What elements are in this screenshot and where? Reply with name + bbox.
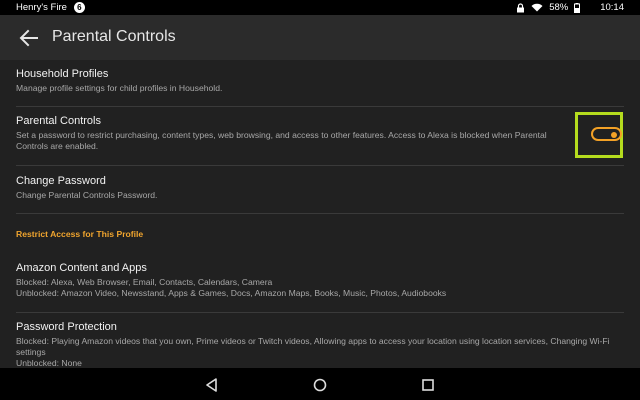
notification-badge: 6 (73, 2, 85, 13)
amazon-content-unblocked: Unblocked: Amazon Video, Newsstand, Apps… (16, 288, 447, 298)
app-bar: Parental Controls (0, 15, 640, 60)
status-left: Henry's Fire 6 (16, 0, 85, 15)
parental-controls-summary: Set a password to restrict purchasing, c… (16, 130, 547, 151)
amazon-content-title: Amazon Content and Apps (16, 262, 147, 274)
user-name: Henry's Fire (16, 2, 67, 13)
change-password-item[interactable]: Change Password Change Parental Controls… (16, 174, 616, 201)
section-header: Restrict Access for This Profile (16, 229, 144, 239)
password-protection-unblocked: Unblocked: None (16, 358, 82, 368)
amazon-content-item[interactable]: Amazon Content and Apps Blocked: Alexa, … (16, 261, 616, 299)
battery-icon (574, 2, 581, 13)
square-recents-icon[interactable] (420, 377, 436, 393)
amazon-content-blocked: Blocked: Alexa, Web Browser, Email, Cont… (16, 277, 273, 287)
parental-controls-title: Parental Controls (16, 115, 101, 127)
circle-home-icon[interactable] (312, 377, 328, 393)
lock-icon (517, 2, 525, 12)
password-protection-title: Password Protection (16, 321, 117, 333)
toggle-thumb (611, 132, 617, 138)
divider (16, 213, 624, 214)
change-password-title: Change Password (16, 175, 106, 187)
password-protection-blocked: Blocked: Playing Amazon videos that you … (16, 336, 610, 357)
divider (16, 106, 624, 107)
password-protection-item[interactable]: Password Protection Blocked: Playing Ama… (16, 320, 616, 368)
household-profiles-title: Household Profiles (16, 68, 109, 80)
parental-controls-toggle[interactable] (591, 127, 622, 141)
parental-controls-item[interactable]: Parental Controls Set a password to rest… (16, 114, 571, 152)
battery-percent: 58% (549, 2, 569, 13)
change-password-summary: Change Parental Controls Password. (16, 190, 158, 200)
settings-list: Household Profiles Manage profile settin… (0, 60, 640, 368)
divider (16, 312, 624, 313)
arrow-left-icon[interactable] (19, 29, 39, 47)
triangle-back-icon[interactable] (204, 377, 220, 393)
navigation-bar (0, 368, 640, 400)
divider (16, 165, 624, 166)
status-time: 10:14 (600, 2, 624, 13)
wifi-icon (531, 3, 543, 12)
status-right: 58% 10:14 (516, 0, 624, 15)
household-profiles-item[interactable]: Household Profiles Manage profile settin… (16, 67, 616, 94)
page-title: Parental Controls (52, 28, 176, 45)
status-bar: Henry's Fire 6 58% 10:14 (0, 0, 640, 15)
household-profiles-summary: Manage profile settings for child profil… (16, 83, 223, 93)
